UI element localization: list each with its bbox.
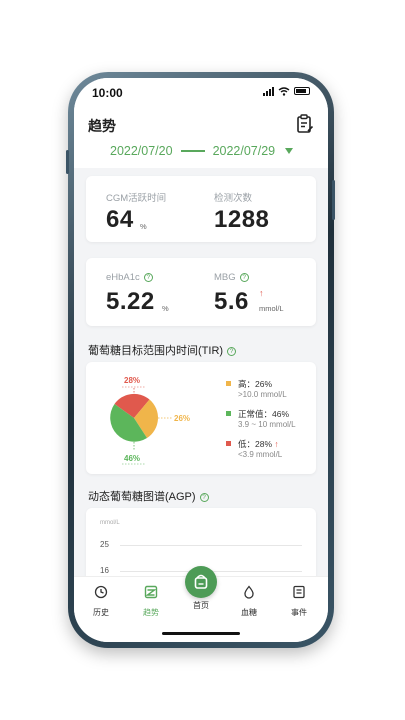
tir-section-title: 葡萄糖目标范围内时间(TIR)? [88,342,237,358]
date-end[interactable]: 2022/07/29 [213,144,276,158]
agp-unit-label: mmol/L [100,520,120,526]
hba1c-label-text: eHbA1c [106,272,140,283]
pie-label-high: 28% [124,376,141,385]
home-indicator [162,632,240,635]
mbg-label-text: MBG [214,272,236,283]
phone-side-button [66,150,69,174]
hba1c-value: 5.22 [106,288,155,315]
cgm-active-value: 64 [106,206,134,233]
legend-sub: 3.9 ~ 10 mmol/L [238,420,296,429]
date-range-picker[interactable]: 2022/07/20 2022/07/29 [110,144,294,158]
agp-title-text: 动态葡萄糖图谱(AGP) [88,491,196,503]
status-bar: 10:00 [74,78,328,106]
pie-label-normal: 46% [124,454,141,463]
agp-section-title: 动态葡萄糖图谱(AGP)? [88,488,209,504]
drop-icon [244,585,254,599]
tab-glucose[interactable]: 血糖 [232,585,266,618]
tir-card: 28% 26% 46% 高：26% >10.0 mmol/L 正常值：46% 3… [86,362,316,474]
legend-swatch [226,411,231,416]
hba1c-label: eHbA1c? [106,272,153,283]
cgm-active-unit: % [140,222,147,231]
cgm-stats-card: CGM活跃时间 64 % 检测次数 1288 [86,176,316,242]
dropdown-triangle-icon[interactable] [285,148,294,154]
agp-gridline [120,545,302,546]
tab-label: 趋势 [143,608,159,617]
tab-events[interactable]: 事件 [282,585,316,618]
stage: 10:00 趋势 2022/07/20 2022/07/29 CGM活跃时间 6… [0,0,405,720]
glucose-stats-card: eHbA1c? 5.22 % MBG? 5.6 ↑ mmol/L [86,258,316,326]
legend-main-text: 低：28% [238,439,273,449]
tab-label: 事件 [291,608,307,617]
tir-title-text: 葡萄糖目标范围内时间(TIR) [88,345,224,357]
mbg-label: MBG? [214,272,249,283]
legend-swatch [226,381,231,386]
agp-tick-25: 25 [100,540,109,549]
app-screen: 10:00 趋势 2022/07/20 2022/07/29 CGM活跃时间 6… [74,78,328,642]
tab-label-home: 首页 [193,601,209,610]
home-sensor-icon [194,574,208,589]
tab-label: 血糖 [241,608,257,617]
page-header: 趋势 2022/07/20 2022/07/29 [74,106,328,168]
mbg-value: 5.6 [214,288,249,315]
cgm-active-label: CGM活跃时间 [106,193,167,204]
signal-icon [263,86,274,96]
test-count-label: 检测次数 [214,193,253,204]
legend-main: 正常值：46% [238,409,290,419]
trend-up-icon: ↑ [274,439,279,449]
page-title: 趋势 [88,118,116,134]
status-icons [263,86,310,96]
legend-main: 低：28% ↑ [238,438,279,450]
legend-swatch [226,441,231,446]
status-time: 10:00 [92,86,123,100]
tab-trend[interactable]: 趋势 [134,585,168,618]
mbg-unit: mmol/L [259,304,284,313]
date-separator [180,150,205,152]
battery-icon [294,87,310,95]
list-icon [293,585,305,599]
tab-history[interactable]: 历史 [84,585,118,618]
legend-sub: >10.0 mmol/L [238,390,287,399]
home-button[interactable] [185,566,217,598]
help-icon[interactable]: ? [199,492,209,502]
tab-label: 历史 [93,608,109,617]
wifi-icon [278,86,290,96]
agp-tick-16: 16 [100,566,109,575]
help-icon[interactable]: ? [239,272,249,282]
tir-pie-chart [110,386,172,465]
hba1c-unit: % [162,304,169,313]
legend-sub: <3.9 mmol/L [238,450,283,459]
report-icon[interactable] [296,114,314,134]
date-start[interactable]: 2022/07/20 [110,144,173,158]
pie-label-low: 26% [174,414,191,423]
test-count-value: 1288 [214,206,270,233]
trend-icon [144,585,158,599]
phone-side-button [332,180,335,220]
legend-main: 高：26% [238,379,273,389]
help-icon[interactable]: ? [143,272,153,282]
mbg-trend-up-icon: ↑ [259,288,264,298]
clock-icon [94,585,108,599]
help-icon[interactable]: ? [227,346,237,356]
